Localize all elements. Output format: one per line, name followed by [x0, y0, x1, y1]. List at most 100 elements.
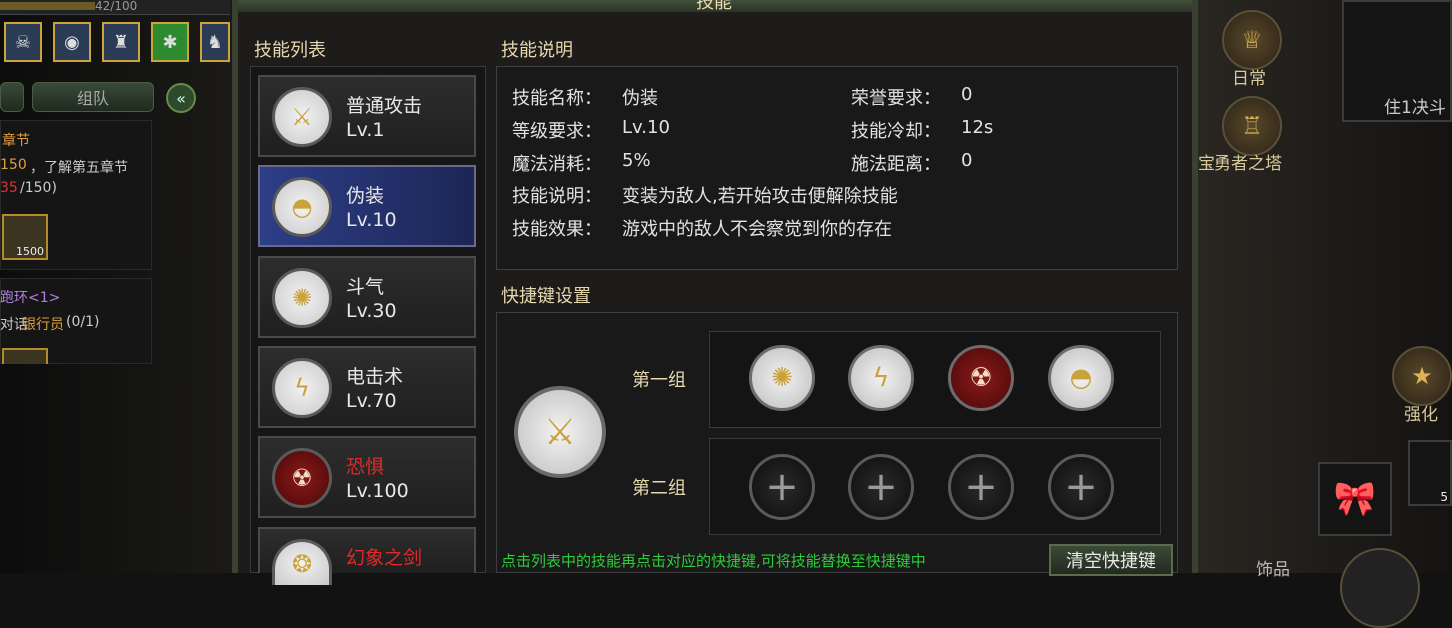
skill-level: Lv.70: [346, 390, 397, 412]
skill-name: 伪装: [346, 185, 385, 207]
hotkey-slot-1-3[interactable]: ☢: [948, 345, 1014, 411]
skill-item-normal-attack[interactable]: ⚔ 普通攻击 Lv.1: [258, 75, 476, 157]
lightning-icon: ϟ: [872, 363, 890, 393]
skill-name: 恐惧: [346, 456, 385, 478]
chapter-desc: ，了解第五章节: [30, 160, 128, 176]
plus-icon: +: [1064, 464, 1098, 510]
skill-list-title: 技能列表: [254, 40, 326, 61]
selected-skill-slot[interactable]: ⚔: [514, 386, 606, 478]
loop-quest-progress: (0/1): [66, 314, 100, 330]
desc-value: 变装为敌人,若开始攻击便解除技能: [622, 186, 898, 207]
ribbon-item-icon[interactable]: 🎀: [1318, 462, 1392, 536]
chapter-title: 章节: [2, 133, 30, 149]
duel-text: 住1决斗: [1384, 98, 1446, 118]
loop-quest-title: 跑环<1>: [0, 290, 61, 306]
skill-name: 普通攻击: [346, 95, 423, 117]
mask-icon: ◓: [1069, 363, 1093, 393]
skill-level: Lv.100: [346, 480, 409, 502]
cooldown-label: 技能冷却：: [851, 121, 941, 142]
exp-text: 42/100: [95, 0, 138, 13]
reward-item-icon[interactable]: 1500: [2, 214, 48, 260]
effect-value: 游戏中的敌人不会察觉到你的存在: [622, 219, 892, 240]
tab-team-label: 组队: [76, 89, 109, 108]
range-label: 施法距离：: [851, 154, 941, 175]
tower-icon[interactable]: ♖: [1222, 96, 1282, 156]
accessory-label: 饰品: [1256, 560, 1290, 580]
range-value: 0: [961, 150, 973, 171]
clear-hotkeys-label: 清空快捷键: [1066, 551, 1156, 572]
hotkey-slot-2-1[interactable]: +: [749, 454, 815, 520]
skill-name: 幻象之剑: [346, 547, 423, 569]
reward-count: 1500: [16, 245, 44, 258]
skill-name: 电击术: [346, 366, 404, 388]
item-badge-count: 5: [1440, 490, 1448, 504]
hotkey-hint: 点击列表中的技能再点击对应的快捷键,可将技能替换至快捷键中: [501, 552, 926, 570]
group1-label: 第一组: [632, 370, 686, 391]
exp-bar-fill: [0, 2, 95, 10]
buff-eye-icon[interactable]: ◉: [53, 22, 91, 62]
sword-icon: ⚔: [543, 411, 577, 453]
skill-item-battle-aura[interactable]: ✺ 斗气 Lv.30: [258, 256, 476, 338]
tower-label: 勇者之塔: [1214, 154, 1282, 174]
illusion-sword-icon: ❂: [272, 539, 332, 585]
ice-cream-item-icon[interactable]: 5: [1408, 440, 1452, 506]
cooldown-value: 12s: [961, 117, 994, 138]
fear-icon: ☢: [969, 363, 993, 393]
hotkey-slot-1-2[interactable]: ϟ: [848, 345, 914, 411]
skill-panel-title: 技能: [696, 0, 732, 13]
skill-level: Lv.30: [346, 300, 397, 322]
mana-label: 魔法消耗：: [512, 154, 602, 175]
strengthen-label: 强化: [1404, 405, 1438, 425]
round-action-button[interactable]: [1340, 548, 1420, 628]
name-value: 伪装: [622, 88, 658, 109]
skill-item-disguise[interactable]: ◓ 伪装 Lv.10: [258, 165, 476, 247]
honor-label: 荣誉要求：: [851, 88, 941, 109]
buff-gear-icon[interactable]: ✱: [151, 22, 189, 62]
skill-desc-title: 技能说明: [501, 40, 573, 61]
hotkey-slot-2-2[interactable]: +: [848, 454, 914, 520]
collapse-panel-button[interactable]: «: [166, 83, 196, 113]
effect-label: 技能效果：: [512, 219, 602, 240]
buff-boot-icon[interactable]: ♞: [200, 22, 230, 62]
exp-bar: 42/100: [0, 0, 230, 15]
sword-icon: ⚔: [272, 87, 332, 147]
hotkey-slot-1-1[interactable]: ✺: [749, 345, 815, 411]
plus-icon: +: [864, 464, 898, 510]
tab-task[interactable]: [0, 82, 24, 112]
skill-level: Lv.1: [346, 119, 385, 141]
plus-icon: +: [765, 464, 799, 510]
clear-hotkeys-button[interactable]: 清空快捷键: [1049, 544, 1173, 576]
honor-value: 0: [961, 84, 973, 105]
skill-item-lightning[interactable]: ϟ 电击术 Lv.70: [258, 346, 476, 428]
mana-value: 5%: [622, 150, 651, 171]
skill-item-fear[interactable]: ☢ 恐惧 Lv.100: [258, 436, 476, 518]
skill-item-illusion-sword[interactable]: ❂ 幻象之剑: [258, 527, 476, 585]
group2-label: 第二组: [632, 478, 686, 499]
chapter-progress-current: 35: [0, 180, 18, 196]
level-value: Lv.10: [622, 117, 670, 138]
plus-icon: +: [964, 464, 998, 510]
hotkey-slot-2-3[interactable]: +: [948, 454, 1014, 520]
hotkey-slot-1-4[interactable]: ◓: [1048, 345, 1114, 411]
tab-team[interactable]: 组队: [32, 82, 154, 112]
fear-icon: ☢: [272, 448, 332, 508]
loop-reward-icon[interactable]: [2, 348, 48, 364]
level-label: 等级要求：: [512, 121, 602, 142]
chapter-desc-number: 150: [0, 157, 27, 173]
mask-icon: ◓: [272, 177, 332, 237]
buff-helmet-icon[interactable]: ♜: [102, 22, 140, 62]
lightning-icon: ϟ: [272, 358, 332, 418]
chapter-progress-total: /150): [20, 180, 57, 196]
buff-skull-icon[interactable]: ☠: [4, 22, 42, 62]
desc-label: 技能说明：: [512, 186, 602, 207]
daily-icon[interactable]: ♕: [1222, 10, 1282, 70]
loop-quest-target: 银行员: [22, 317, 64, 333]
skill-level: Lv.10: [346, 209, 397, 231]
strengthen-icon[interactable]: ★: [1392, 346, 1452, 406]
hotkey-title: 快捷键设置: [501, 286, 591, 307]
hotkey-slot-2-4[interactable]: +: [1048, 454, 1114, 520]
double-chevron-left-icon: «: [176, 88, 186, 108]
aura-icon: ✺: [272, 268, 332, 328]
aura-icon: ✺: [771, 363, 793, 393]
daily-label: 日常: [1232, 69, 1266, 89]
